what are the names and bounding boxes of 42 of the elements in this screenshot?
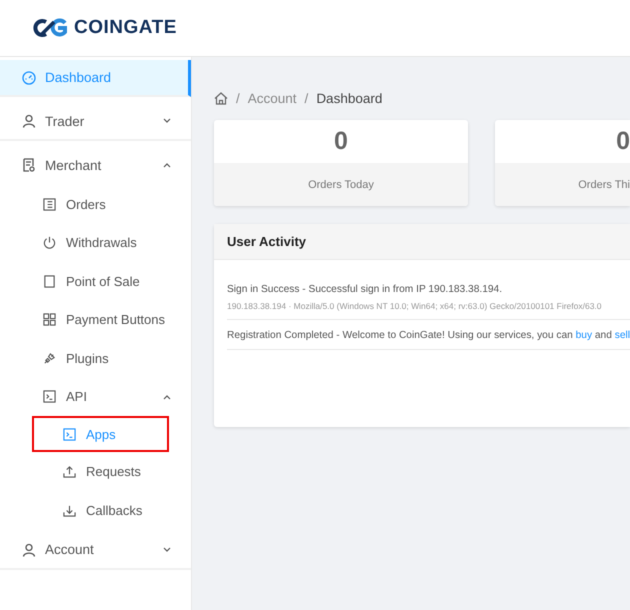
stat-value: 0 [615,126,630,157]
terminal-icon [43,390,56,403]
chevron-icon [163,162,171,168]
sidebar-item[interactable]: Trader [0,103,191,141]
breadcrumb-item: Dashboard [316,90,382,106]
logo-text: COINGATE [74,17,177,39]
stat-label: Orders Today [308,178,374,190]
plug-icon [43,352,56,364]
stat-label: Orders Thi [578,178,630,190]
card-title: User Activity [227,234,306,249]
user-icon [22,542,36,556]
activity-detail: 190.183.38.194 · Mozilla/5.0 (Windows NT 10.0; Win64; x64; rv:63.0) Gecko/20100101 Firefox/63.0 [227,301,603,311]
power-icon [43,236,56,249]
chevron-icon [163,546,171,552]
sidebar-item[interactable]: Merchant [0,147,191,183]
sidebar-item[interactable]: Callbacks [0,493,143,527]
sidebar-item[interactable]: Requests [0,454,143,488]
sidebar-item[interactable]: Point of Sale [0,264,191,298]
grid-icon [43,313,56,326]
home-icon[interactable] [214,92,228,104]
tablet-icon [43,274,56,288]
chevron-icon [163,118,171,124]
sidebar-item[interactable]: Account [0,532,191,570]
gauge-icon [22,70,36,84]
sidebar-item[interactable]: API [0,380,191,414]
download-icon [63,504,76,516]
receipt-icon [22,158,36,172]
sidebar-item[interactable]: Plugins [0,341,191,375]
terminal-icon [63,428,76,440]
user-icon [22,114,36,128]
upload-icon [63,465,76,478]
breadcrumb-separator: / [236,90,240,106]
breadcrumb-separator: / [304,90,308,106]
list-icon [43,198,56,210]
sidebar-item[interactable]: Orders [0,187,191,221]
chevron-icon [163,394,171,400]
stat-value: 0 [333,126,349,157]
activity-message: Registration Completed - Welcome to CoinGate! Using our services, you can buy and sell [227,330,630,341]
activity-message: Sign in Success - Successful sign in from IP 190.183.38.194. [227,284,504,295]
sidebar-item[interactable]: Payment Buttons [0,302,191,336]
logo-icon [32,18,68,38]
sidebar-item[interactable]: Withdrawals [0,226,191,260]
